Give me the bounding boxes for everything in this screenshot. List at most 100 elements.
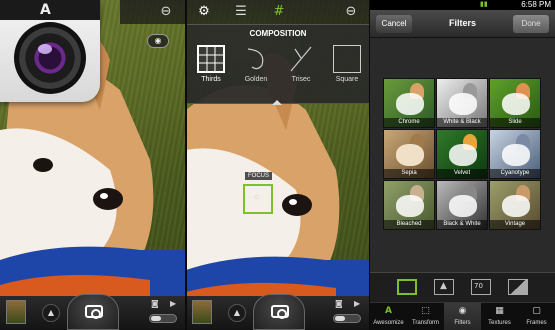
filter-tile-black-white[interactable]: Black & White [436, 180, 488, 230]
camera-bottom-bar-middle: ▲ ◙ ▶ [186, 294, 370, 330]
filter-preview-dog [449, 195, 477, 217]
camera-toolbar: ⊖ ⚙ ☰ # ⊖ [120, 0, 370, 24]
filter-tile-slide[interactable]: Slide [489, 78, 541, 128]
filters-grid: Chrome White & Black Slide Sepia Velvet … [370, 38, 555, 272]
filter-preview-dog [502, 195, 530, 217]
awesomize-icon: A [385, 306, 392, 316]
filter-tile-sepia[interactable]: Sepia [383, 129, 435, 179]
tab-label: Transform [411, 320, 440, 326]
person-icon: ▲ [440, 281, 447, 291]
tab-textures[interactable]: ▦ Textures [481, 303, 518, 330]
golden-spiral-icon [242, 45, 270, 73]
transform-icon: ⬚ [421, 306, 430, 316]
awesome-camera-app-icon: A [0, 0, 100, 102]
filter-tools-row: ▲ 70 [370, 272, 555, 302]
video-mode-icon: ▶ [170, 299, 177, 308]
composition-label: Trisec [291, 76, 311, 83]
expand-up-icon[interactable]: ▲ [228, 304, 246, 322]
shutter-button[interactable] [253, 294, 305, 330]
composition-option-square[interactable]: Square [327, 43, 367, 91]
app-logo-icon: A [40, 2, 51, 18]
panel-divider [185, 0, 187, 330]
bottom-tab-bar: A Awesomize ⬚ Transform ◉ Filters ▦ Text… [370, 302, 555, 330]
filter-label: Slide [490, 118, 540, 127]
settings-gear-icon[interactable]: ⚙ [195, 3, 213, 21]
adjust-sliders-icon[interactable]: ☰ [232, 3, 250, 21]
filter-label: Black & White [437, 220, 487, 229]
tab-label: Awesomize [373, 320, 404, 326]
status-bar: ▮▮ 6:58 PM [370, 0, 555, 10]
filter-tile-bleached[interactable]: Bleached [383, 180, 435, 230]
camera-icon [85, 305, 103, 319]
filter-preview-dog [396, 93, 424, 115]
tab-frames[interactable]: ▢ Frames [518, 303, 555, 330]
filter-label: Cyanotype [490, 169, 540, 178]
filter-label: Sepia [384, 169, 434, 178]
focus-lock-icon: ⌂ [254, 192, 260, 201]
popup-caret-icon [272, 100, 282, 105]
tab-transform[interactable]: ⬚ Transform [407, 303, 444, 330]
filter-label: Velvet [437, 169, 487, 178]
gallery-thumbnail[interactable] [6, 300, 26, 324]
filter-tile-cyanotype[interactable]: Cyanotype [489, 129, 541, 179]
capture-mode-icon[interactable]: ⊖ [157, 3, 175, 21]
intensity-tool-icon[interactable]: 70 [471, 279, 491, 295]
thirds-grid-icon [197, 45, 225, 73]
toggle-knob [335, 316, 345, 321]
composition-grid-icon[interactable]: # [270, 3, 288, 21]
composition-option-trisec[interactable]: Trisec [281, 43, 321, 91]
lens-icon [14, 22, 86, 94]
capture-toggle-icon[interactable]: ◉ [147, 34, 169, 48]
done-button[interactable]: Done [513, 15, 549, 33]
filter-preview-dog [449, 144, 477, 166]
flash-icon[interactable]: ⊖ [342, 3, 360, 21]
camera-icon [271, 305, 289, 319]
photo-mode-icon: ◙ [335, 299, 343, 308]
gradient-tool-icon[interactable] [508, 279, 528, 295]
gallery-thumbnail[interactable] [192, 300, 212, 324]
tab-label: Filters [454, 320, 471, 326]
filter-label: White & Black [437, 118, 487, 127]
focus-reticle[interactable]: ⌂ [243, 184, 273, 214]
portrait-tool-icon[interactable]: ▲ [434, 279, 454, 295]
composition-title: COMPOSITION [249, 29, 307, 38]
photo-mode-icon: ◙ [151, 299, 159, 308]
border-tool-icon[interactable] [397, 279, 417, 295]
tab-label: Frames [526, 320, 547, 326]
tab-label: Textures [488, 320, 511, 326]
toggle-knob [151, 316, 161, 321]
filter-tile-chrome[interactable]: Chrome [383, 78, 435, 128]
photo-video-toggle[interactable] [333, 314, 361, 323]
composition-popup: COMPOSITION Thirds Golden Trisec Square [186, 24, 370, 104]
composition-option-golden[interactable]: Golden [236, 43, 276, 91]
camera-bottom-bar-left: ▲ ◙ ▶ [0, 294, 186, 330]
composition-label: Square [335, 76, 359, 83]
shutter-button[interactable] [67, 294, 119, 330]
filter-label: Chrome [384, 118, 434, 127]
expand-up-icon[interactable]: ▲ [42, 304, 60, 322]
filter-preview-dog [396, 195, 424, 217]
filter-preview-dog [502, 144, 530, 166]
composition-label: Thirds [201, 76, 221, 83]
filters-header: Cancel Filters Done [370, 10, 555, 38]
composition-label: Golden [244, 76, 268, 83]
filters-icon: ◉ [458, 306, 467, 316]
photo-video-toggle[interactable] [149, 314, 177, 323]
status-icons: ▮▮ [480, 0, 488, 8]
filter-preview-dog [449, 93, 477, 115]
video-mode-icon: ▶ [354, 299, 361, 308]
filter-tile-velvet[interactable]: Velvet [436, 129, 488, 179]
filter-label: Bleached [384, 220, 434, 229]
trisec-lines-icon [287, 45, 315, 73]
intensity-badge: 70 [474, 282, 483, 290]
tab-filters[interactable]: ◉ Filters [444, 303, 481, 330]
filter-tile-vintage[interactable]: Vintage [489, 180, 541, 230]
filter-preview-dog [502, 93, 530, 115]
filter-tile-white-black[interactable]: White & Black [436, 78, 488, 128]
tab-awesomize[interactable]: A Awesomize [370, 303, 407, 330]
filter-preview-dog [396, 144, 424, 166]
composition-option-thirds[interactable]: Thirds [191, 43, 231, 91]
lens-glint [38, 44, 52, 54]
frames-icon: ▢ [532, 306, 541, 316]
status-time: 6:58 PM [521, 0, 551, 9]
